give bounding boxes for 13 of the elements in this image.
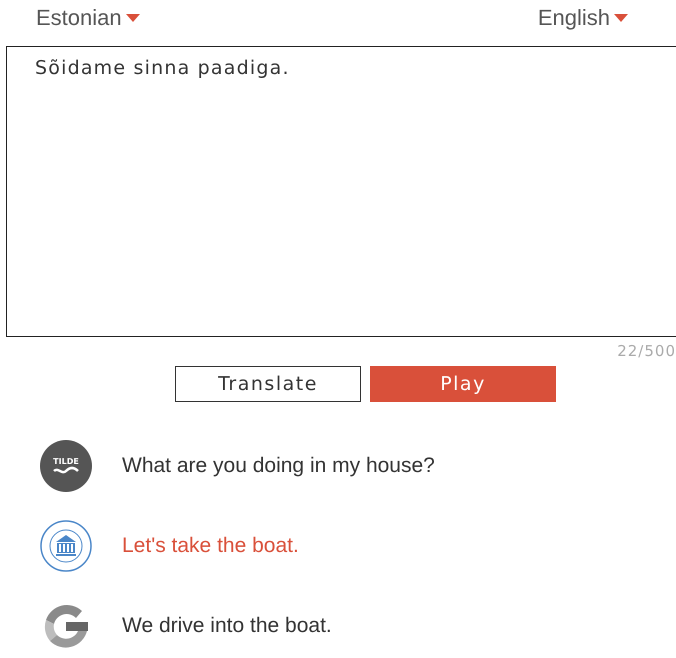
translation-result[interactable]: Let's take the boat. bbox=[122, 534, 299, 558]
play-button[interactable]: Play bbox=[370, 366, 556, 402]
character-counter: 22/500 bbox=[617, 342, 676, 360]
translation-result[interactable]: We drive into the boat. bbox=[122, 614, 332, 638]
seal-icon bbox=[40, 520, 92, 572]
language-dropdown[interactable]: English bbox=[538, 2, 628, 34]
tilde-logo-icon: TILDE bbox=[40, 440, 92, 492]
caret-icon bbox=[614, 14, 628, 22]
translation-result[interactable]: What are you doing in my house? bbox=[122, 454, 435, 478]
input-field[interactable]: Sõidame sinna paadiga. bbox=[6, 46, 676, 337]
language-dropdown[interactable]: Estonian bbox=[36, 2, 140, 34]
translate-button[interactable]: Translate bbox=[175, 366, 361, 402]
caret-icon bbox=[126, 14, 140, 22]
